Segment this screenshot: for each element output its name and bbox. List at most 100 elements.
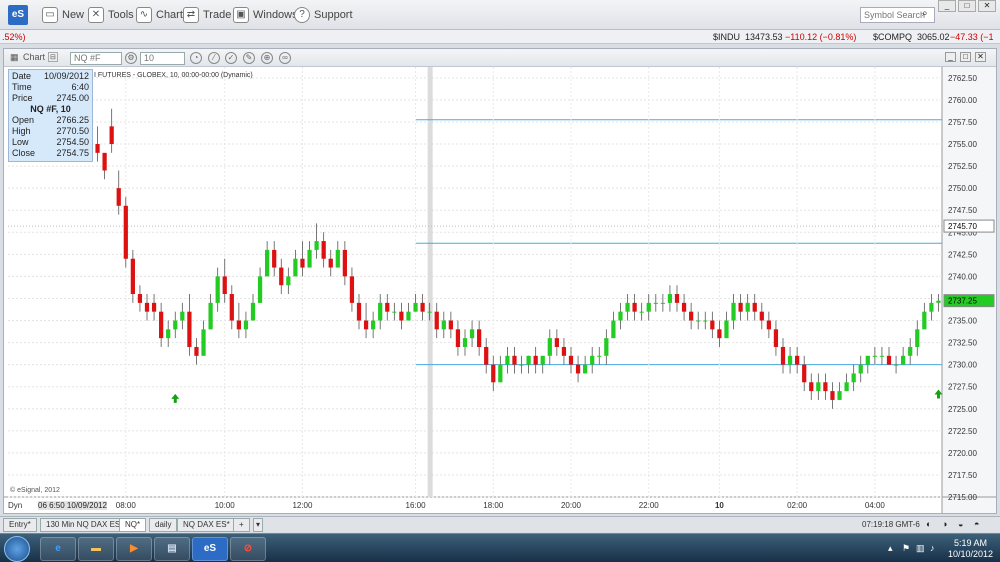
candle-body (491, 364, 496, 383)
candle-body (250, 302, 256, 321)
tray-flag-icon[interactable]: ⚑ (902, 543, 910, 554)
candle-body (512, 355, 517, 365)
candle-body (477, 329, 482, 347)
tools-button[interactable]: ✕ Tools (88, 6, 134, 24)
new-icon: ▭ (42, 7, 58, 23)
settings-icon[interactable]: ⚙ (125, 52, 137, 64)
symbol-input[interactable]: NQ #F (70, 52, 122, 65)
candle-body (498, 364, 503, 383)
y-tick-label: 2750.00 (948, 184, 977, 193)
indu-symbol: $INDU (713, 32, 741, 42)
search-icon[interactable]: ⌕ (922, 8, 928, 19)
cursor-date-label: 06 6:50 10/09/2012 (38, 501, 107, 510)
copyright-text: © eSignal, 2012 (10, 487, 60, 494)
candle-body (484, 346, 489, 365)
new-button[interactable]: ▭ New (42, 6, 84, 24)
status-icon-4[interactable]: ◓ (974, 519, 979, 529)
chart-button[interactable]: ∿ Chart (136, 6, 183, 24)
candle-body (936, 300, 941, 303)
candle-body (123, 205, 128, 259)
candle-body (893, 364, 899, 366)
stop-icon[interactable]: ⊘ (230, 537, 266, 561)
candle-body (632, 302, 637, 312)
check-icon[interactable]: ✓ (225, 52, 237, 64)
candle-body (604, 338, 609, 356)
add-tab-button[interactable]: + (233, 518, 250, 532)
candle-body (879, 355, 885, 357)
candle-body (717, 329, 722, 339)
sheet-tabs: Entry* 130 Min NQ DAX ES* NQ* daily NQ D… (0, 516, 1000, 532)
tray-volume-icon[interactable]: ♪ (930, 543, 935, 553)
candle-body (795, 355, 800, 365)
status-icon-1[interactable]: ◐ (926, 519, 931, 529)
chart-minimize-button[interactable]: _ (945, 52, 956, 62)
tab-entry[interactable]: Entry* (3, 518, 37, 532)
minimize-button[interactable]: _ (938, 0, 956, 12)
candle-body (215, 276, 220, 303)
windows-taskbar: e ▬ ▶ ▤ eS ⊘ ▴ ⚑ ▥ ♪ 5:19 AM 10/10/2012 (0, 533, 1000, 562)
esignal-logo[interactable]: eS (8, 5, 28, 25)
price-chart[interactable]: 2762.50 2760.00 2757.50 2755.00 2752.50 2750.… (4, 67, 996, 513)
candle-body (823, 382, 828, 392)
tab-daily[interactable]: daily (149, 518, 178, 532)
computer-icon[interactable]: ▤ (154, 537, 190, 561)
media-player-icon[interactable]: ▶ (116, 537, 152, 561)
y-tick-label: 2720.00 (948, 449, 977, 458)
candle-body (286, 276, 291, 286)
candle-body (385, 302, 390, 312)
tray-arrow-icon[interactable]: ▴ (888, 543, 893, 554)
candle-body (929, 302, 934, 312)
chart-maximize-button[interactable]: □ (960, 52, 971, 62)
tab-130-min[interactable]: 130 Min NQ DAX ES* (40, 518, 130, 532)
x-tick-label: 08:00 (116, 501, 137, 510)
candle-body (293, 258, 298, 277)
candle-body (137, 294, 143, 303)
pen-icon[interactable]: ✎ (243, 52, 255, 64)
dyn-button[interactable]: Dyn (8, 501, 22, 510)
draw-tool-icon[interactable]: ⁄ (208, 52, 220, 64)
support-button[interactable]: ? Support (294, 6, 353, 24)
clock-icon[interactable]: ◔ (190, 52, 202, 64)
chart-window-icon: ▦ (10, 52, 19, 62)
candle-body (625, 302, 630, 312)
help-icon: ? (294, 7, 310, 23)
tab-nq[interactable]: NQ* (119, 518, 147, 532)
y-tick-label: 2715.00 (948, 493, 977, 502)
candle-body (844, 382, 849, 392)
tray-network-icon[interactable]: ▥ (916, 543, 925, 554)
tools-icon: ✕ (88, 7, 104, 23)
system-clock[interactable]: 5:19 AM 10/10/2012 (948, 538, 993, 560)
tab-menu-icon[interactable]: ▾ (253, 518, 264, 532)
candle-body (752, 302, 757, 312)
status-icon-3[interactable]: ◒ (958, 519, 963, 529)
ie-icon[interactable]: e (40, 537, 76, 561)
start-button[interactable] (4, 536, 30, 562)
candle-body (681, 302, 687, 312)
candle-body (901, 355, 906, 365)
trade-button[interactable]: ⇄ Trade (183, 6, 231, 24)
chart-close-button[interactable]: ✕ (975, 52, 986, 62)
candle-body (583, 364, 588, 374)
chart-subtitle: I FUTURES - GLOBEX, 10, 00:00-00:00 (Dyn… (94, 72, 253, 79)
candle-body (611, 320, 616, 339)
candle-body (689, 311, 694, 321)
x-tick-label: 20:00 (561, 501, 582, 510)
candle-body (378, 302, 383, 321)
buy-arrow-icon (934, 389, 943, 399)
chain-icon[interactable]: ∞ (279, 52, 291, 64)
candle-body (837, 391, 842, 400)
candle-body (236, 320, 241, 330)
candle-body (787, 355, 793, 365)
candle-body (342, 249, 347, 277)
close-button[interactable]: ✕ (978, 0, 996, 12)
status-icon-2[interactable]: ◑ (942, 519, 947, 529)
candle-body (597, 355, 602, 357)
explorer-icon[interactable]: ▬ (78, 537, 114, 561)
esignal-taskbar-icon[interactable]: eS (192, 537, 228, 561)
link-icon[interactable]: ⊟ (48, 52, 58, 62)
zoom-icon[interactable]: ⊕ (261, 52, 273, 64)
tab-nq-dax-es[interactable]: NQ DAX ES* (177, 518, 236, 532)
interval-input[interactable]: 10 (140, 52, 185, 65)
windows-button[interactable]: ▣ Windows (233, 6, 298, 24)
maximize-button[interactable]: □ (958, 0, 976, 12)
